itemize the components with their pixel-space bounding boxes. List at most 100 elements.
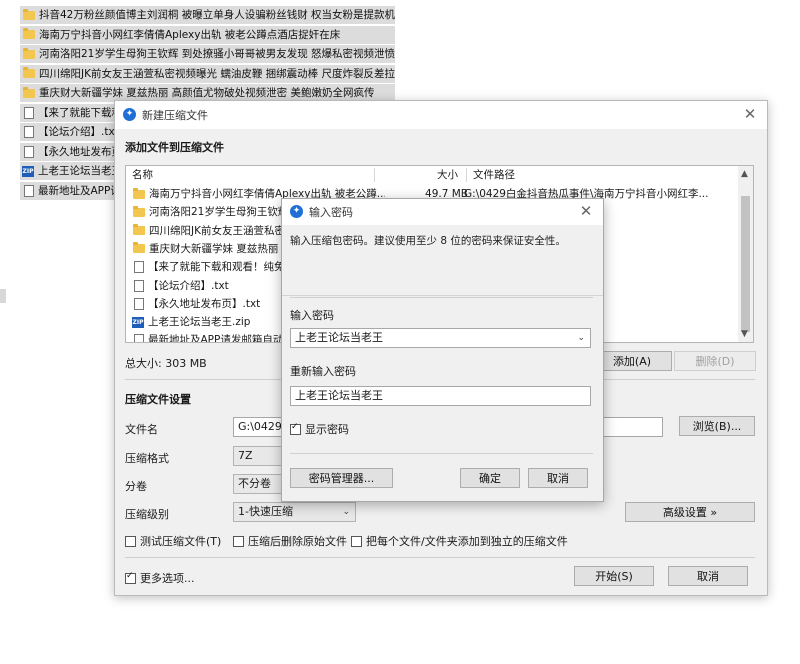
password-titlebar: ✦ 输入密码 ✕	[282, 199, 603, 225]
folder-icon	[23, 47, 35, 59]
table-scrollbar[interactable]: ▲ ▼	[738, 166, 753, 342]
filename-label: 文件名	[125, 423, 158, 436]
scroll-thumb[interactable]	[741, 196, 750, 332]
close-icon[interactable]: ✕	[577, 201, 595, 221]
app-logo-icon: ✦	[123, 108, 136, 121]
list-item[interactable]: 海南万宁抖音小网红李倩倩Aplexy出轨 被老公蹲点酒店捉奸在床	[20, 25, 395, 44]
folder-icon	[23, 86, 35, 98]
advanced-settings-button[interactable]: 高级设置 »	[625, 502, 755, 522]
folder-icon	[23, 67, 35, 78]
reenter-password-input[interactable]: 上老王论坛当老王	[290, 386, 591, 406]
row-name: 河南洛阳21岁学生母狗王钦辉 到	[130, 203, 302, 221]
separate-archive-option[interactable]: 把每个文件/文件夹添加到独立的压缩文件	[351, 533, 568, 549]
test-archive-label: 测试压缩文件(T)	[140, 535, 222, 548]
checkbox-icon[interactable]	[125, 535, 136, 547]
list-item-label: 海南万宁抖音小网红李倩倩Aplexy出轨 被老公蹲点酒店捉奸在床	[39, 28, 341, 41]
folder-icon	[23, 28, 35, 39]
chevron-down-icon[interactable]: ⌄	[577, 329, 585, 347]
split-value: 不分卷	[238, 477, 271, 490]
delete-button[interactable]: 删除(D)	[674, 351, 756, 371]
folder-icon	[23, 8, 35, 20]
chevron-down-icon[interactable]: ⌄	[342, 503, 350, 521]
folder-icon	[133, 224, 145, 236]
row-name-text: 上老王论坛当老王.zip	[148, 316, 251, 329]
row-name: 重庆财大新疆学妹 夏兹热丽 高	[130, 240, 292, 258]
list-item[interactable]: 河南洛阳21岁学生母狗王钦辉 到处撩骚小哥哥被男友发现 怒爆私密视频泄愤	[20, 45, 395, 63]
text-file-icon	[134, 334, 144, 342]
test-archive-option[interactable]: 测试压缩文件(T)	[125, 533, 221, 549]
zip-archive-icon: ZIP	[22, 165, 34, 177]
column-size[interactable]: 大小	[437, 166, 458, 184]
row-name: 最新地址及APP请发邮箱自动获	[130, 331, 294, 343]
left-edge-marker	[0, 289, 6, 303]
list-item-label: 抖音42万粉丝颜值博主刘润桐 被曝立单身人设骗粉丝钱财 权当女粉是提款机	[39, 9, 395, 21]
add-files-heading: 添加文件到压缩文件	[125, 141, 224, 154]
split-label: 分卷	[125, 480, 147, 493]
password-cancel-button[interactable]: 取消	[528, 468, 588, 488]
password-input[interactable]: 上老王论坛当老王 ⌄	[290, 328, 591, 348]
text-file-icon	[134, 279, 144, 292]
list-item-label: 河南洛阳21岁学生母狗王钦辉 到处撩骚小哥哥被男友发现 怒爆私密视频泄愤	[39, 48, 395, 60]
level-select[interactable]: 1-快速压缩 ⌄	[233, 502, 356, 522]
show-password-label: 显示密码	[305, 423, 349, 436]
list-item-label: 【来了就能下载和	[38, 106, 122, 119]
separate-archive-label: 把每个文件/文件夹添加到独立的压缩文件	[366, 535, 568, 548]
cancel-button[interactable]: 取消	[668, 566, 748, 586]
list-item-label: 上老王论坛当老王	[38, 165, 122, 177]
column-divider	[466, 168, 467, 182]
password-manager-button[interactable]: 密码管理器...	[290, 468, 393, 488]
checkbox-checked-icon[interactable]	[290, 422, 301, 435]
row-name: 【论坛介绍】.txt	[130, 277, 229, 295]
password-value: 上老王论坛当老王	[295, 331, 383, 344]
column-divider	[374, 168, 375, 182]
checkbox-icon[interactable]	[351, 535, 362, 547]
text-file-icon	[24, 145, 34, 158]
password-info-panel: 输入压缩包密码。建议使用至少 8 位的密码来保证安全性。	[282, 225, 603, 296]
close-icon[interactable]: ✕	[741, 104, 759, 124]
scroll-down-icon[interactable]: ▼	[741, 329, 748, 339]
list-item[interactable]: 四川绵阳JK前女友王涵萱私密视频曝光 蠕油皮鞭 捆绑震动棒 尺度炸裂反差拉满	[20, 64, 395, 83]
row-name-text: 四川绵阳JK前女友王涵萱私密视	[149, 224, 296, 237]
list-item[interactable]: 抖音42万粉丝颜值博主刘润桐 被曝立单身人设骗粉丝钱财 权当女粉是提款机	[20, 6, 395, 24]
folder-icon	[133, 187, 145, 199]
delete-after-option[interactable]: 压缩后删除原始文件	[233, 533, 347, 549]
password-hint: 输入压缩包密码。建议使用至少 8 位的密码来保证安全性。	[290, 235, 566, 247]
dialog-title: 新建压缩文件	[142, 109, 208, 122]
more-options-label: 更多选项...	[140, 572, 195, 585]
folder-icon	[133, 242, 145, 254]
text-file-icon	[134, 261, 144, 274]
ok-button[interactable]: 确定	[460, 468, 520, 488]
row-name: 【永久地址发布页】.txt	[130, 295, 260, 313]
column-path[interactable]: 文件路径	[473, 166, 515, 184]
list-item-label: 四川绵阳JK前女友王涵萱私密视频曝光 蠕油皮鞭 捆绑震动棒 尺度炸裂反差拉满	[39, 67, 395, 80]
text-file-icon	[24, 106, 34, 119]
checkbox-icon[interactable]	[233, 535, 244, 547]
row-name: 【来了就能下载和观看！纯免费	[130, 258, 295, 276]
checkbox-checked-icon[interactable]	[125, 571, 136, 584]
list-item-label: 【永久地址发布页	[38, 145, 122, 158]
browse-button[interactable]: 浏览(B)...	[679, 416, 755, 436]
column-name[interactable]: 名称	[132, 166, 153, 184]
list-item-label: 最新地址及APP请	[38, 184, 121, 197]
row-name-text: 最新地址及APP请发邮箱自动获	[148, 334, 294, 343]
zip-archive-icon: ZIP	[132, 316, 144, 328]
start-button[interactable]: 开始(S)	[574, 566, 654, 586]
text-file-icon	[24, 184, 34, 197]
format-value: 7Z	[238, 449, 253, 462]
show-password-option[interactable]: 显示密码	[290, 421, 349, 437]
reenter-password-label: 重新输入密码	[290, 365, 356, 378]
divider	[125, 557, 755, 558]
add-button[interactable]: 添加(A)	[592, 351, 672, 371]
titlebar: ✦ 新建压缩文件 ✕	[115, 101, 767, 129]
row-name-text: 【来了就能下载和观看！纯免费	[148, 261, 295, 274]
scroll-up-icon[interactable]: ▲	[741, 169, 748, 179]
list-item-label: 【论坛介绍】.txt	[38, 126, 119, 138]
more-options-toggle[interactable]: 更多选项...	[125, 570, 195, 586]
text-file-icon	[134, 297, 144, 310]
app-logo-icon: ✦	[290, 205, 303, 218]
row-name: 四川绵阳JK前女友王涵萱私密视	[130, 222, 295, 240]
level-value: 1-快速压缩	[238, 505, 293, 518]
divider	[290, 297, 593, 298]
level-label: 压缩级别	[125, 508, 169, 521]
enter-password-label: 输入密码	[290, 309, 334, 322]
